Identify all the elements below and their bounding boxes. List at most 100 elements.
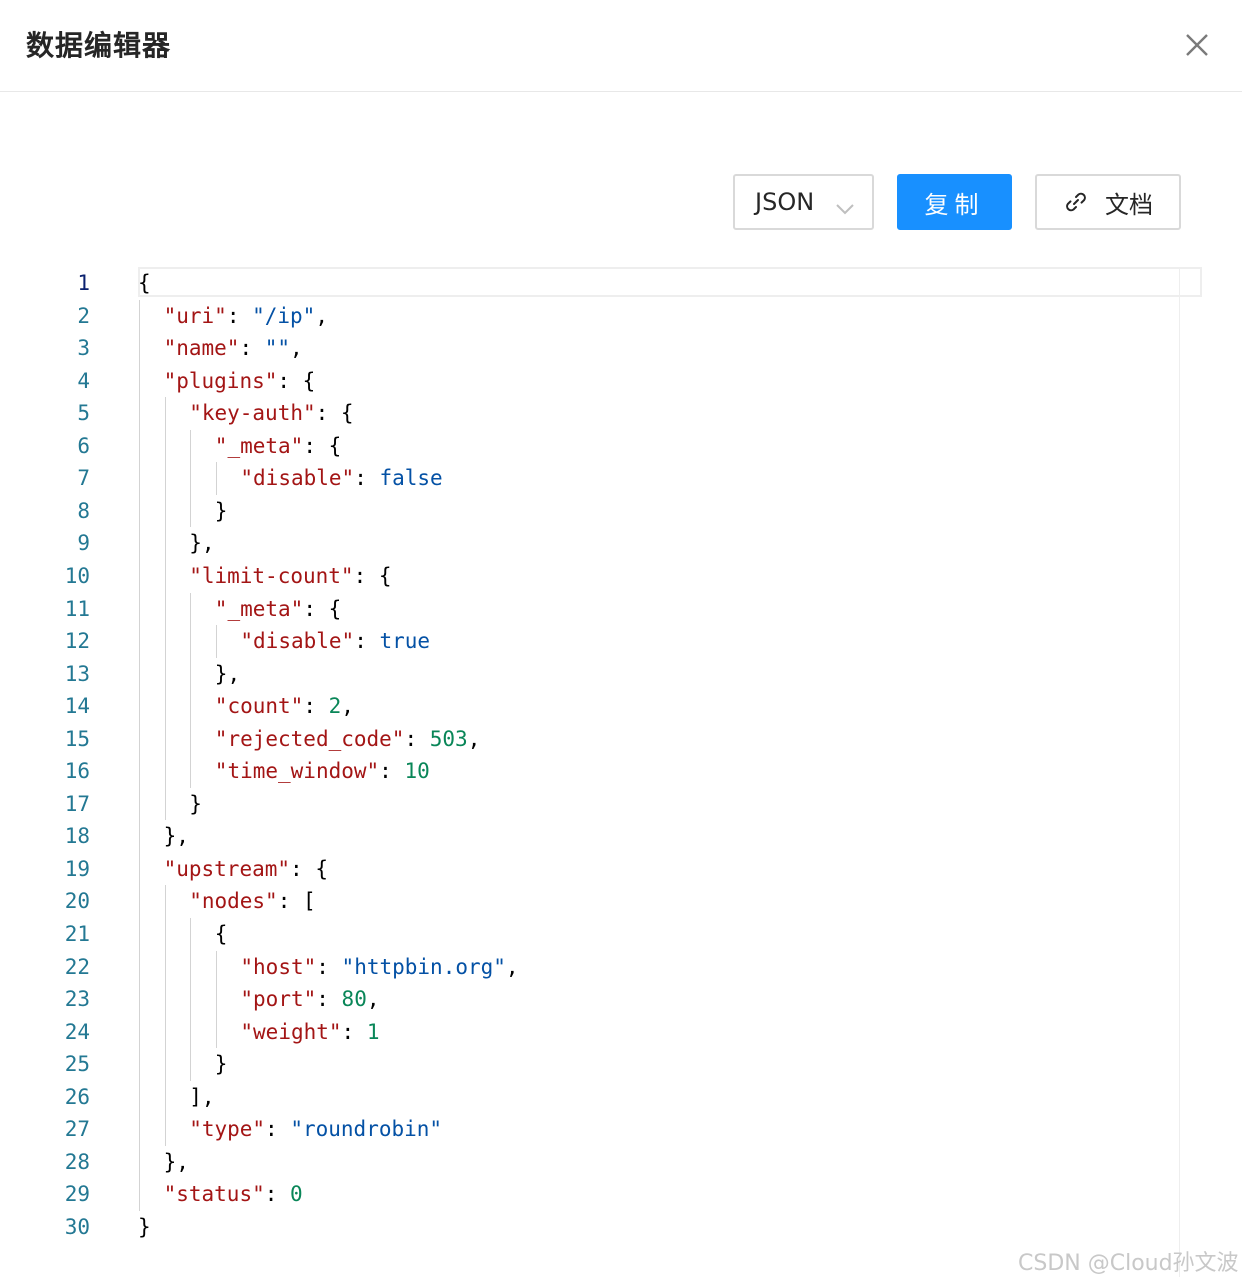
- indent-guide: [164, 397, 166, 821]
- code-line[interactable]: 1{: [0, 267, 1100, 299]
- code-line[interactable]: 28},: [0, 1146, 1100, 1178]
- code-token: ,: [366, 987, 380, 1012]
- code-token: 10: [404, 759, 430, 784]
- code-token: }: [189, 791, 202, 816]
- code-token: "nodes": [189, 889, 278, 914]
- code-text: {: [215, 918, 228, 950]
- code-token: :: [265, 1117, 291, 1142]
- code-token: }: [214, 498, 228, 523]
- line-number: 17: [64, 791, 90, 816]
- code-text: "name": "",: [164, 332, 303, 364]
- code-text: "_meta": {: [215, 430, 341, 462]
- code-token: : {: [277, 368, 316, 393]
- code-token: :: [303, 694, 329, 719]
- code-token: "count": [214, 694, 304, 719]
- code-token: :: [404, 726, 430, 751]
- line-number: 13: [64, 661, 90, 686]
- docs-button[interactable]: 文档: [1035, 174, 1181, 230]
- code-token: {: [138, 271, 151, 295]
- code-token: },: [163, 1149, 189, 1174]
- code-text: }: [138, 1211, 151, 1243]
- code-token: : {: [315, 401, 354, 426]
- code-token: ,: [290, 336, 303, 361]
- code-line[interactable]: 4 "plugins": {: [0, 365, 1100, 397]
- code-text: "plugins": {: [164, 365, 316, 397]
- code-token: }: [214, 1052, 228, 1077]
- close-icon: [1186, 34, 1208, 56]
- code-text: }: [215, 495, 228, 527]
- code-text: "count": 2,: [215, 690, 354, 722]
- code-token: ,: [341, 694, 354, 719]
- code-text: "_meta": {: [215, 593, 341, 625]
- indent-guide: [190, 592, 192, 788]
- code-text: "disable": false: [240, 462, 442, 494]
- code-token: 503: [429, 726, 468, 751]
- docs-button-label: 文档: [1105, 190, 1153, 219]
- line-number: 21: [64, 922, 90, 946]
- indent-guide: [215, 950, 217, 1049]
- editor-ruler: [1179, 267, 1180, 1277]
- line-number: 24: [64, 1019, 90, 1044]
- code-text: "host": "httpbin.org",: [240, 951, 518, 983]
- code-token: "status": [163, 1182, 265, 1207]
- code-token: : {: [353, 563, 392, 588]
- line-number: 19: [64, 856, 90, 881]
- chevron-down-icon: [835, 194, 855, 222]
- line-number: 18: [64, 824, 90, 849]
- line-number: 7: [77, 466, 90, 491]
- line-number: 14: [64, 694, 90, 719]
- code-text: "disable": true: [240, 625, 430, 657]
- code-line[interactable]: 2 "uri": "/ip",: [0, 300, 1100, 332]
- code-token: {: [214, 922, 228, 946]
- copy-button[interactable]: 复制: [897, 174, 1012, 230]
- close-button[interactable]: [1176, 24, 1218, 66]
- code-token: "disable": [240, 629, 355, 654]
- line-number: 27: [64, 1117, 90, 1142]
- copy-button-label: 复制: [924, 190, 985, 219]
- code-token: "rejected_code": [214, 726, 405, 751]
- code-line[interactable]: 3 "name": "",: [0, 332, 1100, 364]
- watermark: CSDN @Cloud孙文波: [1018, 1251, 1239, 1276]
- line-number: 20: [64, 889, 90, 914]
- code-token: },: [214, 661, 241, 686]
- line-number: 28: [64, 1149, 90, 1174]
- code-editor[interactable]: 1{2 "uri": "/ip", 3 "name": "", 4 "plugins": …: [0, 262, 1242, 1277]
- code-text: "upstream": {: [164, 853, 328, 885]
- format-select[interactable]: JSON: [733, 174, 874, 230]
- code-token: :: [239, 336, 265, 361]
- code-line[interactable]: 18},: [0, 820, 1100, 852]
- line-number: 5: [77, 401, 90, 426]
- line-number: 10: [64, 563, 90, 588]
- indent-guide: [215, 625, 217, 658]
- line-number: 9: [77, 531, 90, 556]
- code-token: "_meta": [214, 596, 304, 621]
- code-token: "httpbin.org": [341, 954, 506, 979]
- line-number: 1: [77, 271, 90, 295]
- code-token: false: [379, 466, 443, 491]
- dialog-header: 数据编辑器: [0, 0, 1242, 92]
- code-line[interactable]: 29 "status": 0: [0, 1178, 1100, 1210]
- code-text: "uri": "/ip",: [164, 300, 328, 332]
- code-token: "plugins": [163, 368, 278, 393]
- dialog-title: 数据编辑器: [26, 29, 172, 62]
- code-token: "uri": [163, 303, 227, 328]
- code-text: ],: [189, 1081, 214, 1113]
- indent-guide: [164, 885, 166, 1146]
- code-line[interactable]: 19 "upstream": {: [0, 853, 1100, 885]
- code-text: }: [189, 788, 202, 820]
- code-text: "status": 0: [164, 1178, 303, 1210]
- line-number: 3: [77, 336, 90, 361]
- line-number: 25: [64, 1052, 90, 1077]
- code-text: "port": 80,: [240, 983, 379, 1015]
- code-token: : {: [303, 433, 342, 458]
- code-token: "name": [163, 336, 240, 361]
- code-token: : {: [290, 856, 328, 881]
- code-text: "type": "roundrobin": [189, 1113, 442, 1145]
- code-line[interactable]: 30}: [0, 1211, 1100, 1243]
- code-token: }: [138, 1214, 151, 1239]
- code-token: "port": [240, 987, 317, 1012]
- code-text: }: [215, 1048, 228, 1080]
- code-token: "/ip": [252, 303, 316, 328]
- link-icon: [1063, 189, 1089, 215]
- code-token: ],: [189, 1084, 215, 1109]
